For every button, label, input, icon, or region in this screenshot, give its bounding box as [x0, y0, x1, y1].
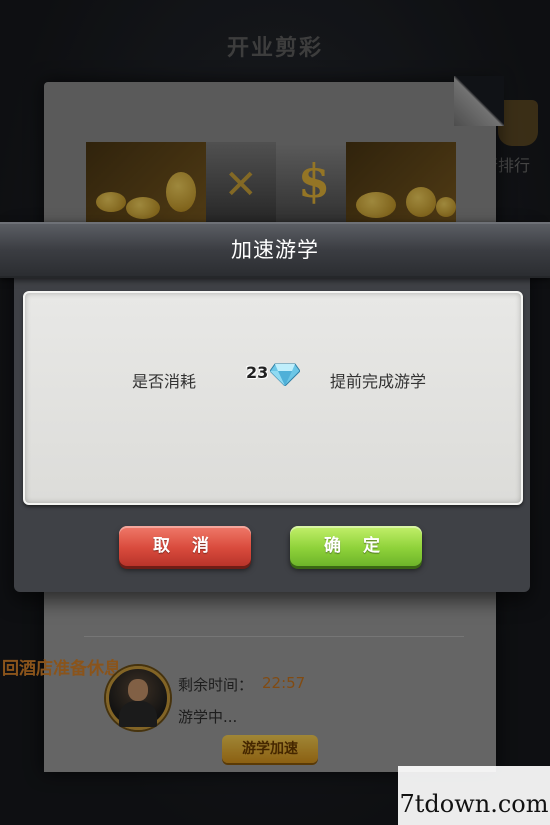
- confirm-button[interactable]: 确 定: [290, 526, 422, 566]
- diamond-icon: [270, 363, 300, 386]
- message-prefix: 是否消耗: [132, 372, 197, 391]
- dialog-header: 加速游学: [0, 222, 550, 278]
- speedup-dialog: 加速游学 是否消耗 23 提前完成游学 取 消 确 定: [0, 222, 550, 592]
- cancel-button[interactable]: 取 消: [119, 526, 251, 566]
- dialog-message-panel: [23, 291, 523, 505]
- message-suffix: 提前完成游学: [330, 372, 427, 391]
- diamond-count: 23: [246, 363, 269, 382]
- dialog-title: 加速游学: [231, 238, 319, 262]
- watermark-text: 7tdown.com: [399, 790, 549, 818]
